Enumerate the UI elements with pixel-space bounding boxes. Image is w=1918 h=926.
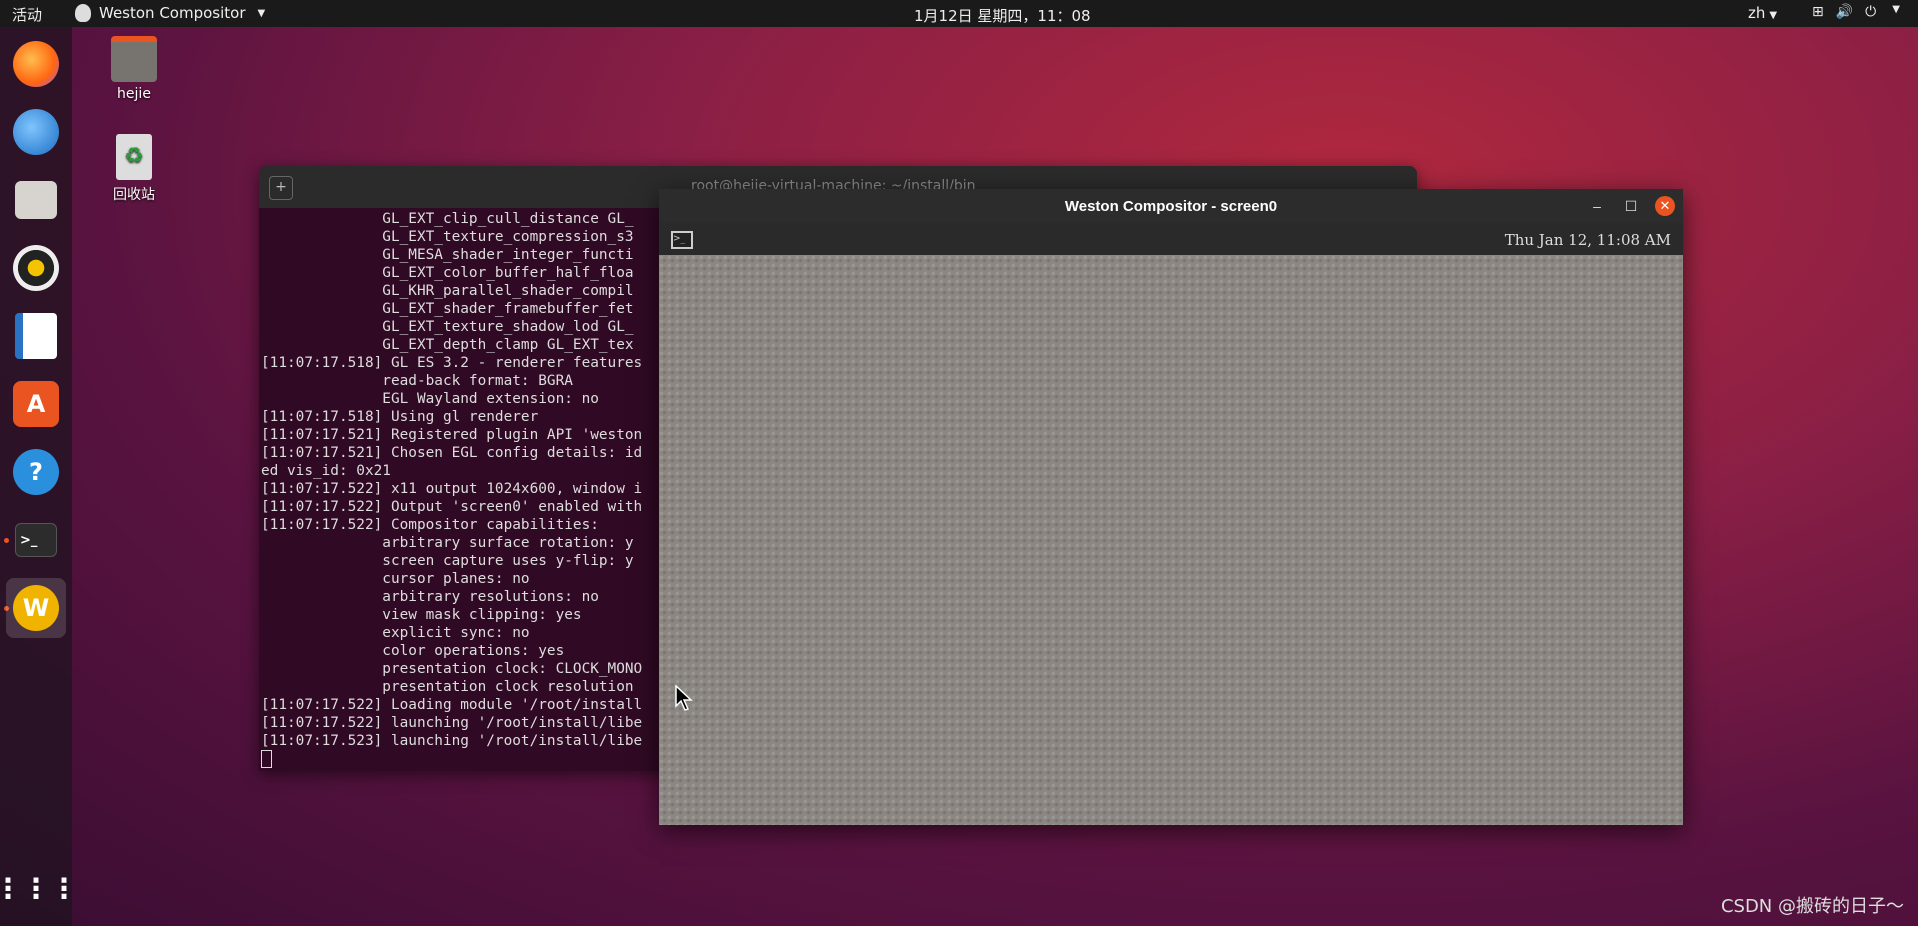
- firefox-icon: [13, 41, 59, 87]
- desktop-home-folder[interactable]: hejie: [94, 36, 174, 102]
- weston-window-title: Weston Compositor - screen0: [1064, 198, 1278, 215]
- dock-firefox[interactable]: [6, 34, 66, 94]
- software-center-icon: A: [13, 381, 59, 427]
- dock-software[interactable]: A: [6, 374, 66, 434]
- show-applications-button[interactable]: ⋮⋮⋮: [0, 858, 78, 918]
- activities-button[interactable]: 活动: [12, 4, 42, 25]
- weston-panel: >_ Thu Jan 12, 11:08 AM: [659, 223, 1683, 255]
- weston-window[interactable]: Weston Compositor - screen0 – ☐ ✕ >_ Thu…: [659, 189, 1683, 825]
- dock-terminal[interactable]: >_: [6, 510, 66, 570]
- dock-weston[interactable]: W: [6, 578, 66, 638]
- maximize-button[interactable]: ☐: [1621, 196, 1641, 216]
- help-icon: ?: [13, 449, 59, 495]
- app-menu-label: Weston Compositor: [99, 4, 246, 22]
- thunderbird-icon: [13, 109, 59, 155]
- top-bar: 活动 Weston Compositor ▼ 1月12日 星期四，11：08 z…: [0, 0, 1918, 27]
- grid-icon: ⋮⋮⋮: [0, 871, 78, 905]
- power-icon: ⏻: [1865, 4, 1877, 20]
- rhythmbox-icon: [13, 245, 59, 291]
- home-folder-icon: [111, 36, 157, 82]
- weston-icon: W: [13, 585, 59, 631]
- chevron-down-icon: ▼: [1769, 10, 1778, 21]
- trash-icon: ♻: [116, 134, 152, 180]
- language-label: zh: [1748, 4, 1766, 22]
- mouse-pointer-icon: [675, 685, 693, 711]
- topbar-clock[interactable]: 1月12日 星期四，11：08: [914, 5, 1091, 26]
- watermark: CSDN @搬砖的日子～: [1720, 896, 1904, 917]
- dock-thunderbird[interactable]: [6, 102, 66, 162]
- files-icon: [15, 181, 57, 219]
- new-tab-button[interactable]: +: [269, 176, 293, 200]
- dock-help[interactable]: ?: [6, 442, 66, 502]
- minimize-button[interactable]: –: [1587, 196, 1607, 216]
- chevron-down-icon: ▼: [257, 7, 266, 19]
- app-menu[interactable]: Weston Compositor ▼: [75, 4, 265, 22]
- weston-clock: Thu Jan 12, 11:08 AM: [1504, 231, 1671, 249]
- network-icon: ⊞: [1812, 4, 1824, 20]
- weston-headerbar[interactable]: Weston Compositor - screen0 – ☐ ✕: [659, 189, 1683, 223]
- volume-icon: 🔊: [1835, 4, 1854, 20]
- close-button[interactable]: ✕: [1655, 196, 1675, 216]
- language-indicator[interactable]: zh ▼: [1748, 4, 1777, 22]
- trash-label: 回收站: [113, 187, 155, 203]
- desktop-trash[interactable]: ♻ 回收站: [94, 134, 174, 204]
- dock-writer[interactable]: [6, 306, 66, 366]
- dock-files[interactable]: [6, 170, 66, 230]
- home-folder-label: hejie: [117, 86, 151, 102]
- writer-icon: [15, 313, 57, 359]
- weston-background[interactable]: [659, 255, 1683, 825]
- terminal-launcher-icon[interactable]: >_: [671, 231, 693, 249]
- dock: A ? >_ W ⋮⋮⋮: [0, 27, 78, 926]
- weston-app-icon: [75, 4, 91, 22]
- terminal-icon: >_: [15, 523, 57, 557]
- system-tray[interactable]: ⊞ 🔊 ⏻ ▼: [1812, 4, 1900, 20]
- dock-rhythmbox[interactable]: [6, 238, 66, 298]
- chevron-down-icon: ▼: [1892, 4, 1900, 15]
